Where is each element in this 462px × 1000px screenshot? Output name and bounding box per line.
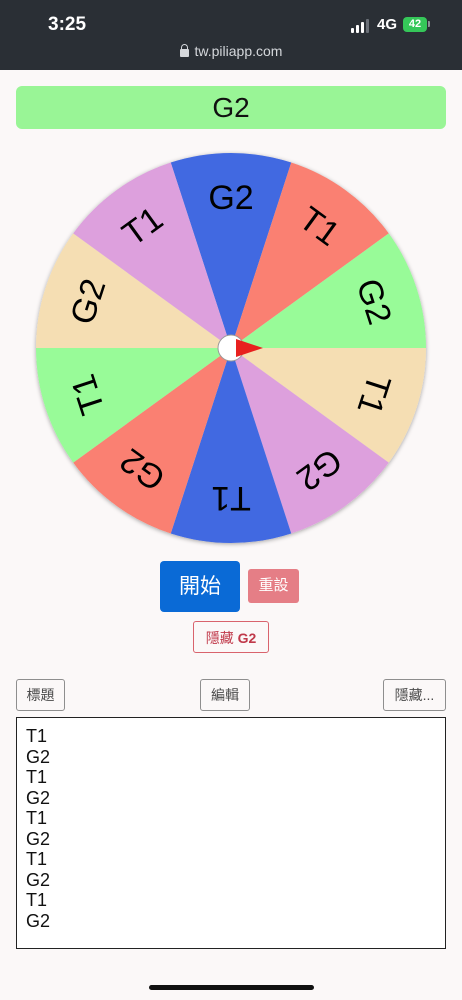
address-bar[interactable]: tw.piliapp.com [0,43,462,59]
signal-icon [351,19,371,33]
title-button[interactable]: 標題 [16,679,65,711]
list-item: G2 [26,746,51,767]
edit-button[interactable]: 編輯 [200,679,250,711]
network-type: 4G [377,16,398,33]
list-item: G2 [26,787,51,808]
battery-icon: 42 [403,17,427,32]
hide-result-value: G2 [237,630,257,646]
list-item: G2 [26,910,51,931]
wheel-slice-label: G2 [208,179,253,217]
list-item: G2 [26,869,51,890]
list-item: T1 [26,808,48,828]
wheel-slice-label: T1 [211,479,251,517]
list-item: T1 [26,890,48,910]
hide-options-button[interactable]: 隱藏... [383,679,446,711]
spin-result: G2 [16,86,446,129]
lock-icon [179,44,189,57]
list-item: T1 [26,767,48,787]
status-time: 3:25 [48,14,87,35]
hide-result-prefix: 隱藏 [205,630,234,646]
entries-list[interactable]: T1 G2 T1 G2 T1 G2 T1 G2 T1 G2 [16,717,446,949]
start-button[interactable]: 開始 [160,561,240,612]
battery-tip [428,21,430,27]
spin-wheel[interactable]: G2T1G2T1G2T1G2T1G2T1 [0,150,462,550]
list-item: T1 [26,726,48,746]
hide-result-button[interactable]: 隱藏 G2 [193,621,269,653]
list-item: G2 [26,828,51,849]
list-item: T1 [26,849,48,869]
home-indicator [149,985,314,990]
reset-button[interactable]: 重設 [248,569,299,603]
browser-chrome: 3:25 4G 42 tw.piliapp.com [0,0,462,70]
url-text: tw.piliapp.com [194,43,283,59]
